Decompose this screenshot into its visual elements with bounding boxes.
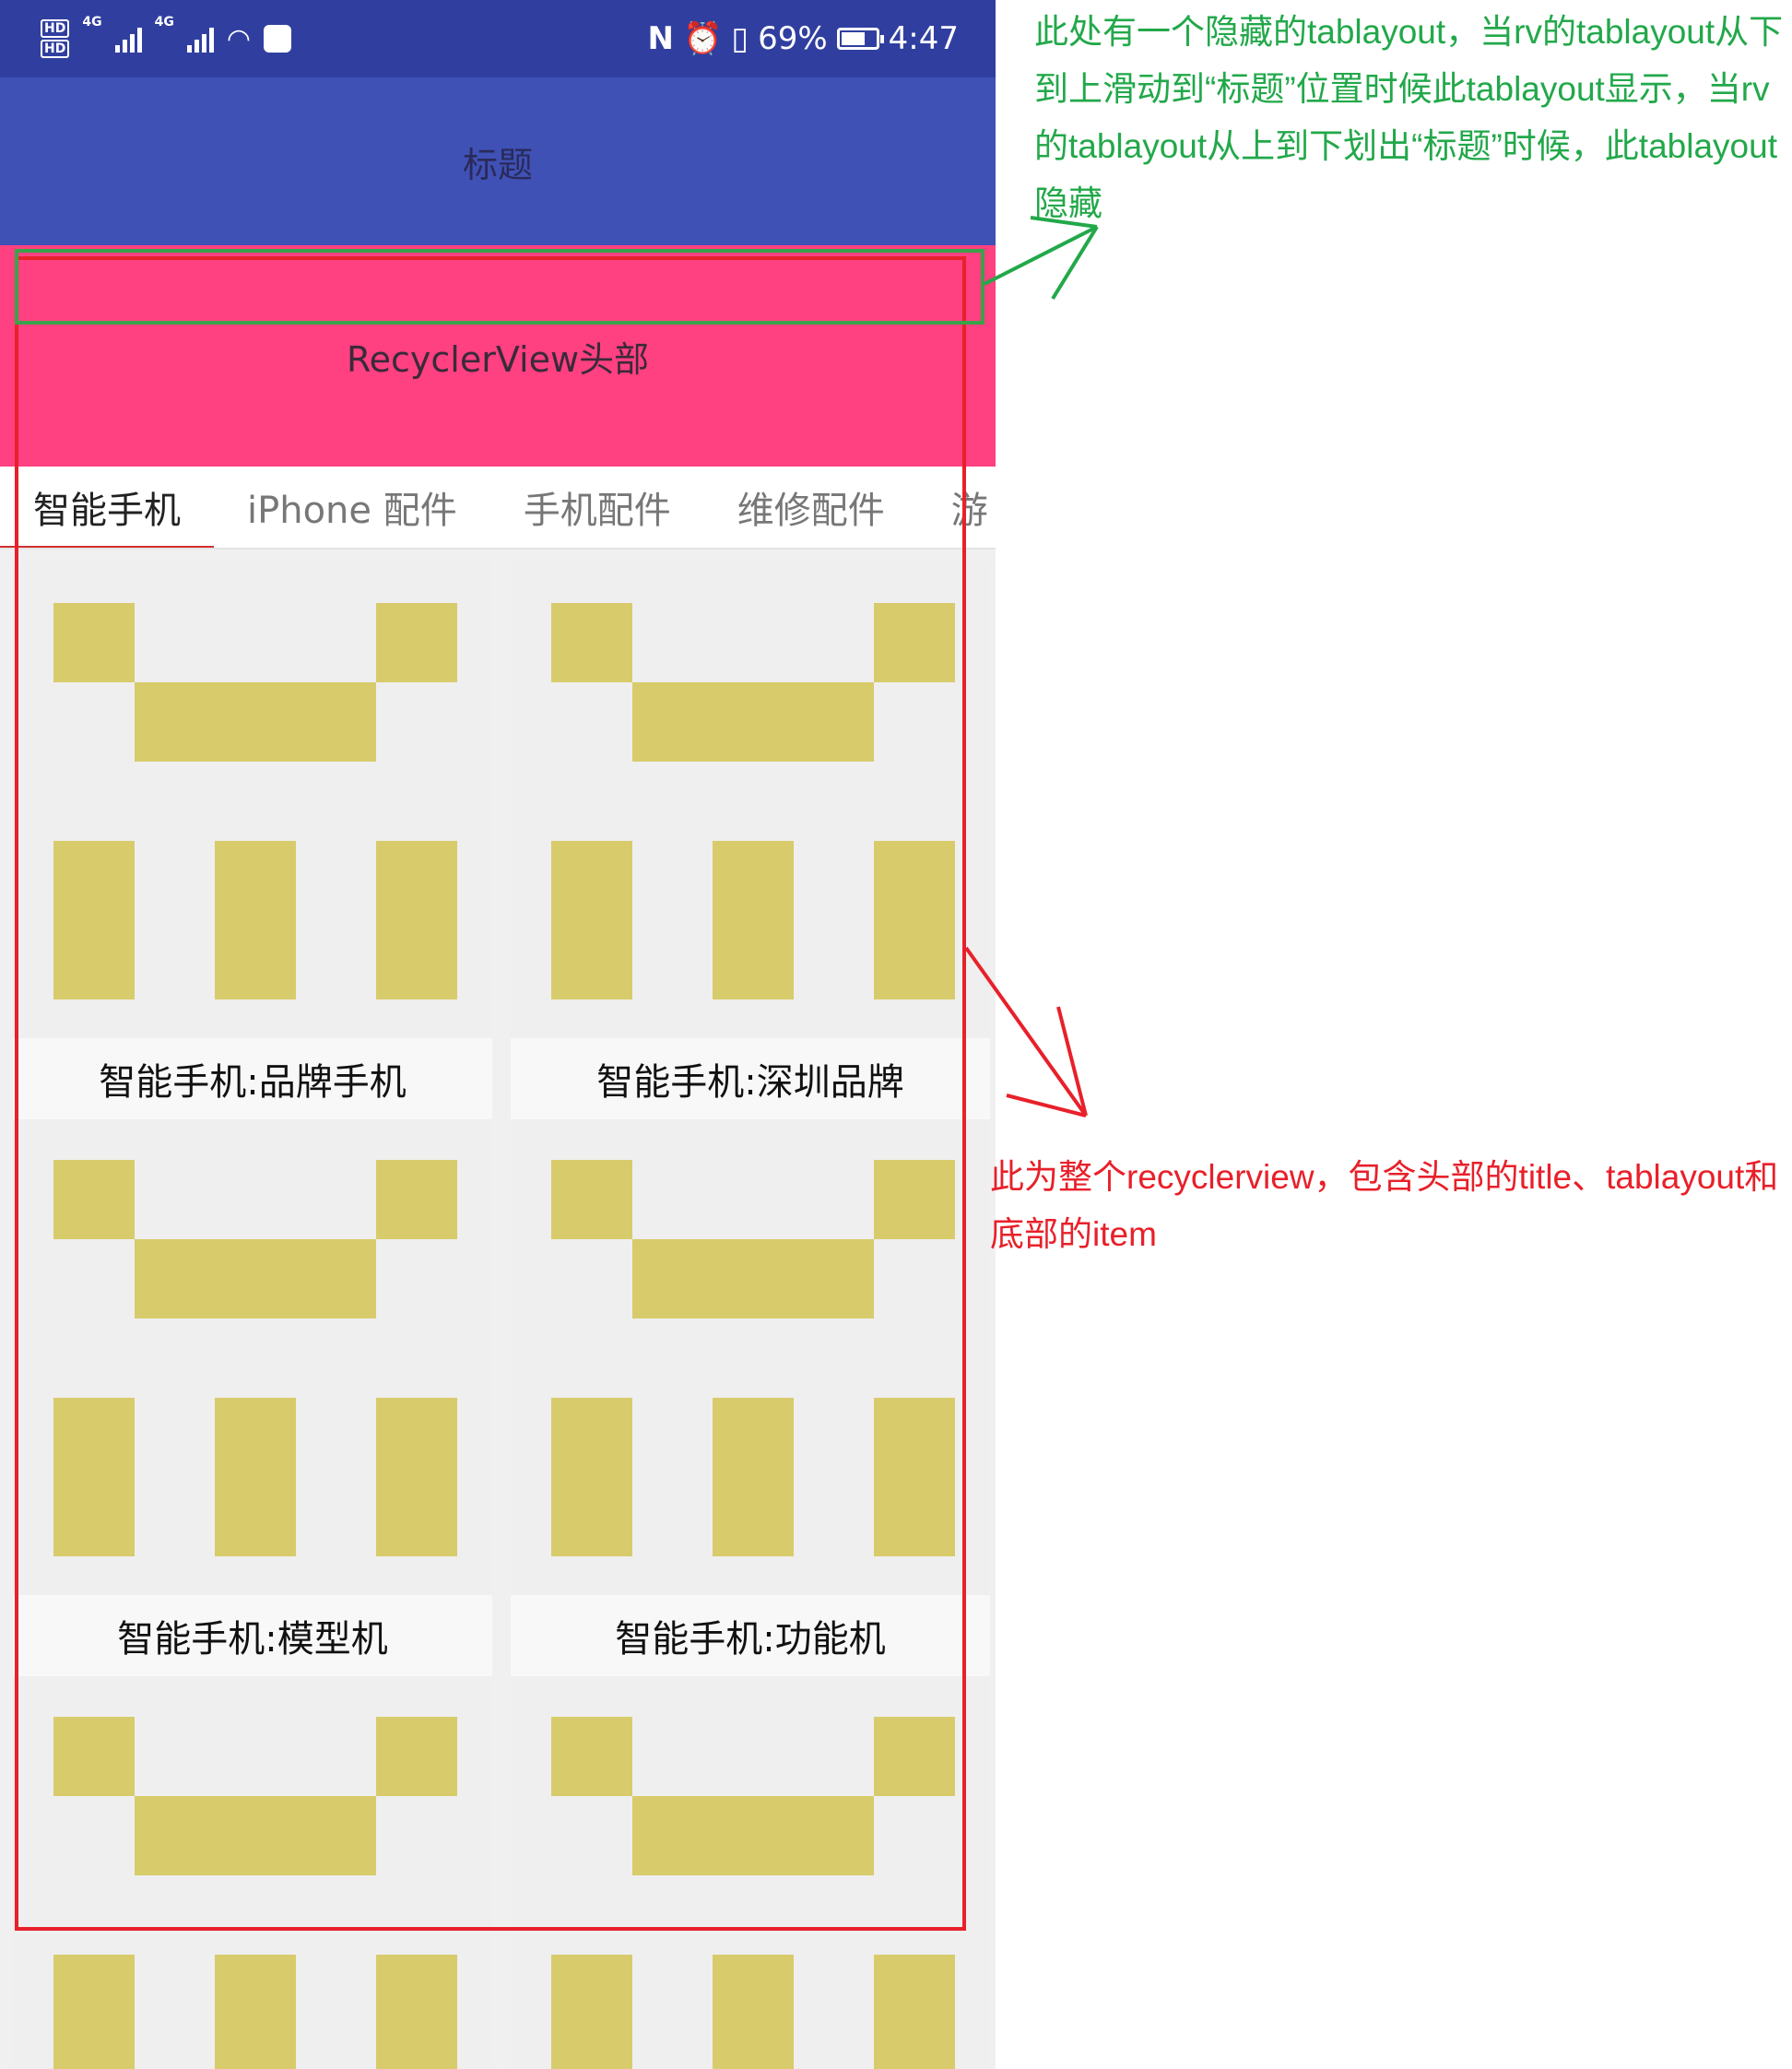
red-annotation-note: 此为整个recyclerview，包含头部的title、tablayout和底部… (990, 1158, 1779, 1253)
annotation-arrows (964, 216, 1099, 1117)
red-arrow-icon (964, 946, 1088, 1117)
green-annotation-note: 此处有一个隐藏的tablayout，当rv的tablayout从下到上滑动到“标… (1034, 13, 1784, 222)
